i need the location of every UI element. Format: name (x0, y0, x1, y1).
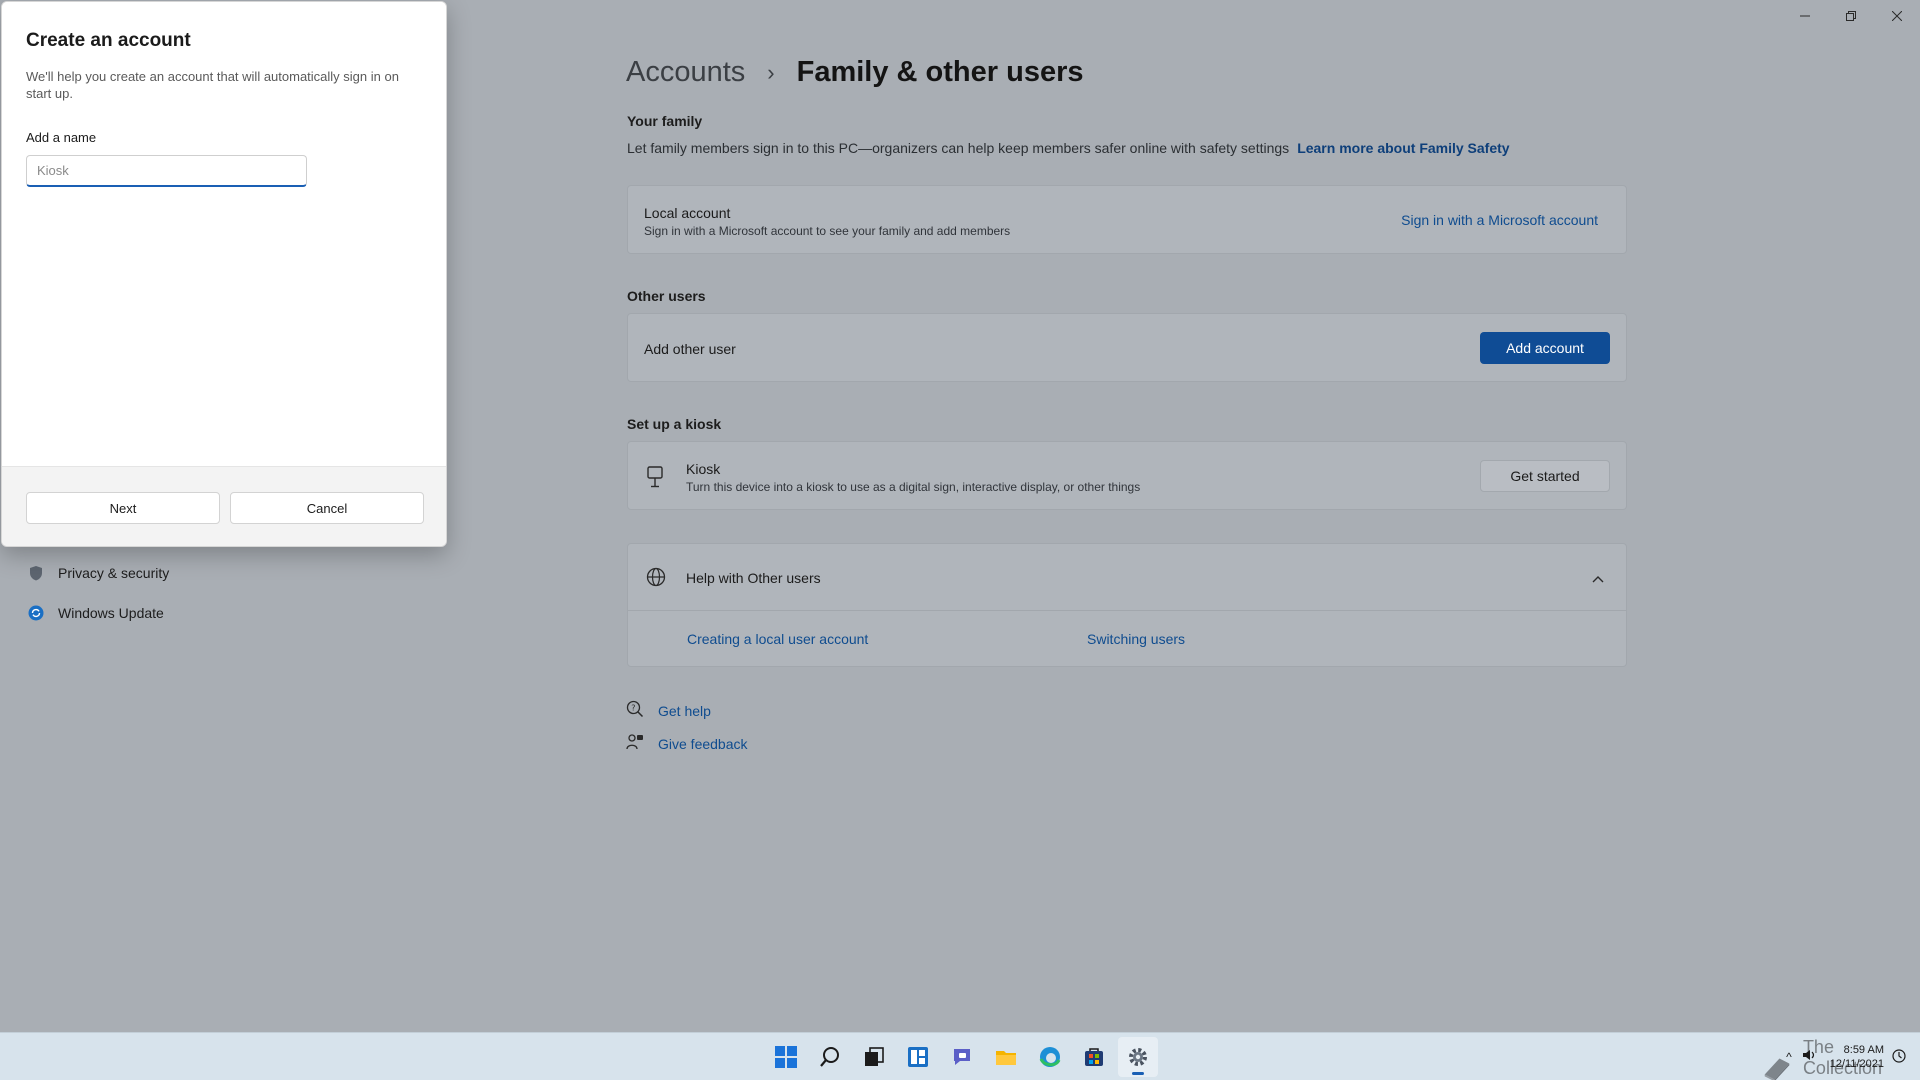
sidebar-item-privacy-security[interactable]: Privacy & security (28, 565, 169, 581)
chat-button[interactable] (942, 1037, 982, 1077)
sign-in-microsoft-link[interactable]: Sign in with a Microsoft account (1401, 212, 1598, 228)
edge-icon (1039, 1047, 1061, 1067)
globe-icon (646, 567, 666, 592)
help-header[interactable]: Help with Other users (628, 544, 1626, 611)
volume-icon[interactable] (1802, 1048, 1816, 1066)
page-title: Family & other users (796, 56, 1084, 88)
get-help-link[interactable]: Get help (658, 703, 711, 719)
creating-local-account-link[interactable]: Creating a local user account (687, 631, 868, 647)
search-icon (820, 1047, 839, 1067)
kiosk-subtitle: Turn this device into a kiosk to use as … (686, 480, 1141, 494)
dialog-footer: Next Cancel (2, 466, 446, 546)
store-button[interactable] (1074, 1037, 1114, 1077)
file-explorer-icon (996, 1051, 1016, 1065)
learn-more-family-safety-link[interactable]: Learn more about Family Safety (1297, 140, 1509, 156)
update-icon (28, 605, 44, 621)
dialog-body: Create an account We'll help you create … (2, 2, 446, 466)
add-name-label: Add a name (26, 130, 97, 145)
close-icon (1892, 11, 1902, 21)
clock-time: 8:59 AM (1843, 1044, 1884, 1056)
help-chat-icon: ? (626, 700, 644, 721)
local-account-subtitle: Sign in with a Microsoft account to see … (644, 224, 1011, 238)
sidebar-item-label: Privacy & security (58, 565, 170, 581)
switching-users-link[interactable]: Switching users (1087, 631, 1185, 647)
local-account-card: Local account Sign in with a Microsoft a… (627, 185, 1627, 254)
sidebar-item-label: Windows Update (58, 605, 164, 621)
taskbar: The Collection Book ^ 8:59 AM 12/11/2021 (0, 1032, 1920, 1080)
start-icon (775, 1046, 797, 1068)
next-button[interactable]: Next (26, 492, 220, 524)
dialog-description: We'll help you create an account that wi… (26, 69, 399, 101)
clock-date: 12/11/2021 (1829, 1058, 1884, 1070)
settings-button[interactable] (1118, 1037, 1158, 1077)
taskbar-icons (766, 1033, 1158, 1080)
breadcrumb-separator-icon: › (767, 59, 775, 85)
local-account-title: Local account (644, 205, 731, 221)
widgets-icon (908, 1047, 928, 1067)
restore-button[interactable] (1828, 0, 1874, 32)
minimize-button[interactable] (1782, 0, 1828, 32)
search-button[interactable] (810, 1037, 850, 1077)
other-users-heading: Other users (627, 288, 706, 304)
task-view-button[interactable] (854, 1037, 894, 1077)
give-feedback-row[interactable]: Give feedback (626, 733, 748, 754)
kiosk-heading: Set up a kiosk (627, 416, 722, 432)
your-family-description: Let family members sign in to this PC—or… (627, 140, 1510, 156)
breadcrumb-accounts[interactable]: Accounts (626, 56, 745, 89)
widgets-button[interactable] (898, 1037, 938, 1077)
kiosk-card: Kiosk Turn this device into a kiosk to u… (627, 441, 1627, 510)
chat-icon (954, 1049, 970, 1065)
chevron-up-icon[interactable] (1592, 570, 1604, 588)
window-controls (1782, 0, 1920, 32)
get-started-button[interactable]: Get started (1480, 460, 1610, 492)
help-title: Help with Other users (686, 570, 821, 586)
add-other-user-label: Add other user (644, 341, 736, 357)
give-feedback-link[interactable]: Give feedback (658, 736, 748, 752)
sidebar-item-windows-update[interactable]: Windows Update (28, 605, 164, 621)
edge-button[interactable] (1030, 1037, 1070, 1077)
minimize-icon (1800, 15, 1810, 17)
tray-overflow-icon[interactable]: ^ (1786, 1050, 1792, 1064)
close-button[interactable] (1874, 0, 1920, 32)
clock[interactable]: 8:59 AM 12/11/2021 (1830, 1043, 1884, 1071)
add-other-user-card: Add other user Add account (627, 313, 1627, 382)
shield-icon (28, 565, 44, 581)
task-view-icon (865, 1047, 884, 1066)
store-icon (1085, 1048, 1103, 1066)
your-family-heading: Your family (627, 113, 703, 129)
settings-icon (1129, 1048, 1147, 1066)
create-account-dialog: Create an account We'll help you create … (1, 1, 447, 547)
your-family-text: Let family members sign in to this PC—or… (627, 140, 1290, 156)
get-help-row[interactable]: ? Get help (626, 700, 711, 721)
svg-text:?: ? (631, 704, 635, 713)
cancel-button[interactable]: Cancel (230, 492, 424, 524)
name-input[interactable] (26, 155, 307, 187)
restore-icon (1846, 11, 1856, 21)
system-tray: The Collection Book ^ 8:59 AM 12/11/2021 (1764, 1033, 1920, 1080)
breadcrumb: Accounts › Family & other users (626, 56, 1084, 89)
notification-icon[interactable] (1892, 1049, 1906, 1068)
dialog-title: Create an account (26, 30, 191, 51)
help-card: Help with Other users Creating a local u… (627, 543, 1627, 667)
add-account-button[interactable]: Add account (1480, 332, 1610, 364)
feedback-icon (626, 733, 644, 754)
kiosk-icon (646, 466, 664, 493)
kiosk-title: Kiosk (686, 461, 721, 477)
file-explorer-button[interactable] (986, 1037, 1026, 1077)
start-button[interactable] (766, 1037, 806, 1077)
